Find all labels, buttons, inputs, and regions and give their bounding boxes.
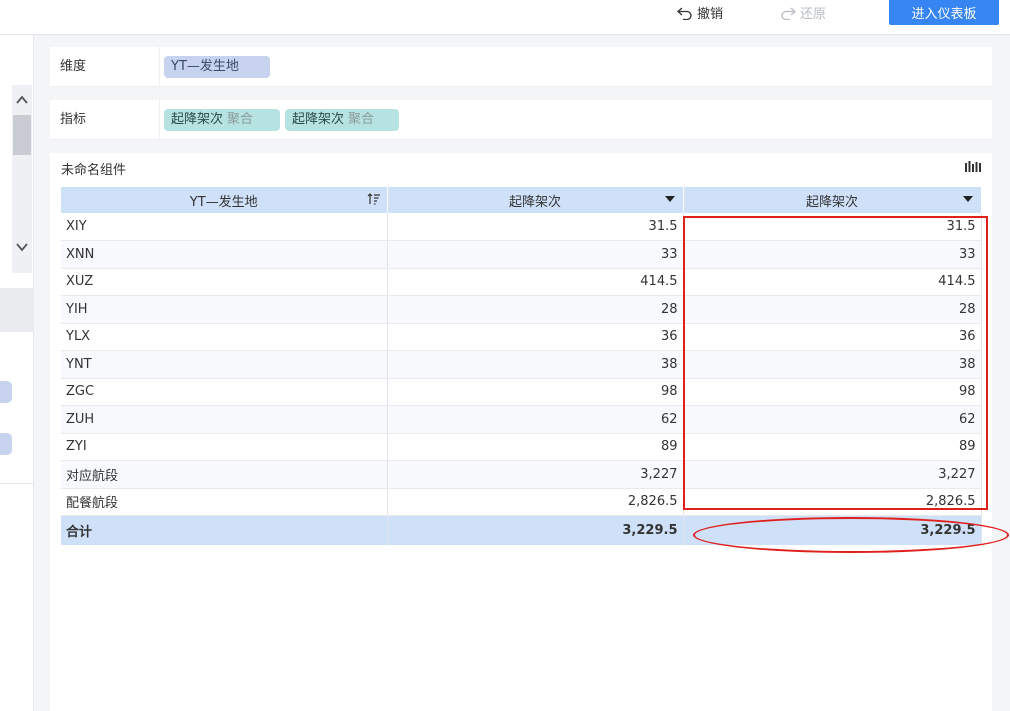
indicator-chip[interactable]: 起降架次 聚合 — [164, 109, 280, 131]
row-label-cell: 配餐航段 — [61, 488, 388, 516]
column-header[interactable]: 起降架次 — [387, 187, 684, 213]
enter-dashboard-button[interactable]: 进入仪表板 — [889, 0, 999, 25]
chevron-up-icon[interactable] — [15, 93, 29, 107]
left-field-chip[interactable] — [0, 381, 12, 403]
value-cell: 98 — [387, 378, 684, 406]
redo-label: 还原 — [800, 7, 827, 22]
redo-button[interactable]: 还原 — [780, 0, 826, 25]
table-row: YLX 36 36 — [61, 323, 982, 351]
component-panel: 未命名组件 YT—发生地 起降架次 起降架次 XIY 31.5 31.5 XNN… — [50, 153, 992, 711]
table-row: XUZ 414.5 414.5 — [61, 268, 982, 296]
undo-label: 撤销 — [697, 7, 724, 22]
column-header[interactable]: 起降架次 — [683, 187, 982, 213]
left-selected-item[interactable] — [0, 288, 34, 332]
dropdown-triangle-icon[interactable] — [962, 196, 973, 202]
left-panel — [0, 35, 34, 711]
row-label-cell: XNN — [61, 240, 388, 269]
redo-icon — [781, 7, 796, 20]
total-row: 合计 3,229.5 3,229.5 — [61, 515, 982, 545]
value-cell: 28 — [387, 295, 684, 324]
table-row: YNT 38 38 — [61, 350, 982, 379]
table-row: ZYI 89 89 — [61, 433, 982, 461]
chart-type-icon[interactable] — [965, 161, 981, 173]
divider — [0, 483, 34, 484]
total-label-cell: 合计 — [61, 515, 388, 545]
value-cell: 62 — [387, 405, 684, 434]
value-cell: 98 — [683, 378, 982, 406]
value-cell: 33 — [683, 240, 982, 269]
indicator-chip-agg: 聚合 — [348, 112, 375, 127]
table-row: XNN 33 33 — [61, 240, 982, 269]
value-cell: 89 — [683, 433, 982, 461]
indicator-label: 指标 — [60, 112, 87, 127]
dropdown-triangle-icon[interactable] — [664, 196, 675, 202]
row-label-cell: ZGC — [61, 378, 388, 406]
divider — [159, 47, 160, 87]
value-cell: 28 — [683, 295, 982, 324]
value-cell: 2,826.5 — [683, 488, 982, 516]
table-row: XIY 31.5 31.5 — [61, 213, 982, 241]
row-label-cell: XUZ — [61, 268, 388, 296]
row-label-cell: YNT — [61, 350, 388, 379]
indicator-chip-agg: 聚合 — [227, 112, 254, 127]
value-cell: 414.5 — [683, 268, 982, 296]
row-label-cell: 对应航段 — [61, 460, 388, 489]
value-cell: 89 — [387, 433, 684, 461]
indicator-chip-name: 起降架次 — [292, 112, 345, 127]
row-label-cell: YIH — [61, 295, 388, 324]
undo-icon — [677, 7, 692, 20]
column-header[interactable]: YT—发生地 — [61, 187, 388, 213]
sort-icon[interactable] — [367, 193, 381, 205]
table-row: ZGC 98 98 — [61, 378, 982, 406]
value-cell: 31.5 — [683, 213, 982, 241]
value-cell: 33 — [387, 240, 684, 269]
value-cell: 36 — [683, 323, 982, 351]
dimension-label: 维度 — [60, 59, 87, 74]
table-row: YIH 28 28 — [61, 295, 982, 324]
row-label-cell: ZUH — [61, 405, 388, 434]
column-header-label: YT—发生地 — [189, 194, 258, 210]
row-label-cell: ZYI — [61, 433, 388, 461]
total-value-cell: 3,229.5 — [683, 515, 982, 545]
value-cell: 38 — [387, 350, 684, 379]
data-table: YT—发生地 起降架次 起降架次 XIY 31.5 31.5 XNN 33 33 XUZ 41… — [61, 187, 982, 545]
value-cell: 38 — [683, 350, 982, 379]
value-cell: 414.5 — [387, 268, 684, 296]
scrollbar-thumb[interactable] — [13, 115, 31, 155]
table-header-row: YT—发生地 起降架次 起降架次 — [61, 187, 982, 213]
indicator-row: 指标 起降架次 聚合 起降架次 聚合 — [50, 100, 992, 140]
table-row: ZUH 62 62 — [61, 405, 982, 434]
dimension-row: 维度 YT—发生地 — [50, 47, 992, 87]
row-label-cell: YLX — [61, 323, 388, 351]
value-cell: 2,826.5 — [387, 488, 684, 516]
value-cell: 3,227 — [387, 460, 684, 489]
left-scrollbar[interactable] — [12, 85, 32, 273]
value-cell: 3,227 — [683, 460, 982, 489]
indicator-chip[interactable]: 起降架次 聚合 — [285, 109, 399, 131]
value-cell: 31.5 — [387, 213, 684, 241]
indicator-chip-name: 起降架次 — [171, 112, 224, 127]
column-header-label: 起降架次 — [805, 194, 858, 210]
dimension-chip[interactable]: YT—发生地 — [164, 56, 270, 78]
left-field-chip[interactable] — [0, 433, 12, 455]
row-label-cell: XIY — [61, 213, 388, 241]
table-row: 对应航段 3,227 3,227 — [61, 460, 982, 489]
value-cell: 62 — [683, 405, 982, 434]
column-header-label: 起降架次 — [508, 194, 561, 210]
top-toolbar: 撤销 还原 进入仪表板 — [0, 0, 1010, 35]
chevron-down-icon[interactable] — [15, 240, 29, 254]
component-title: 未命名组件 — [61, 163, 127, 178]
table-row: 配餐航段 2,826.5 2,826.5 — [61, 488, 982, 516]
total-value-cell: 3,229.5 — [387, 515, 684, 545]
undo-button[interactable]: 撤销 — [677, 0, 723, 25]
divider — [159, 100, 160, 140]
value-cell: 36 — [387, 323, 684, 351]
